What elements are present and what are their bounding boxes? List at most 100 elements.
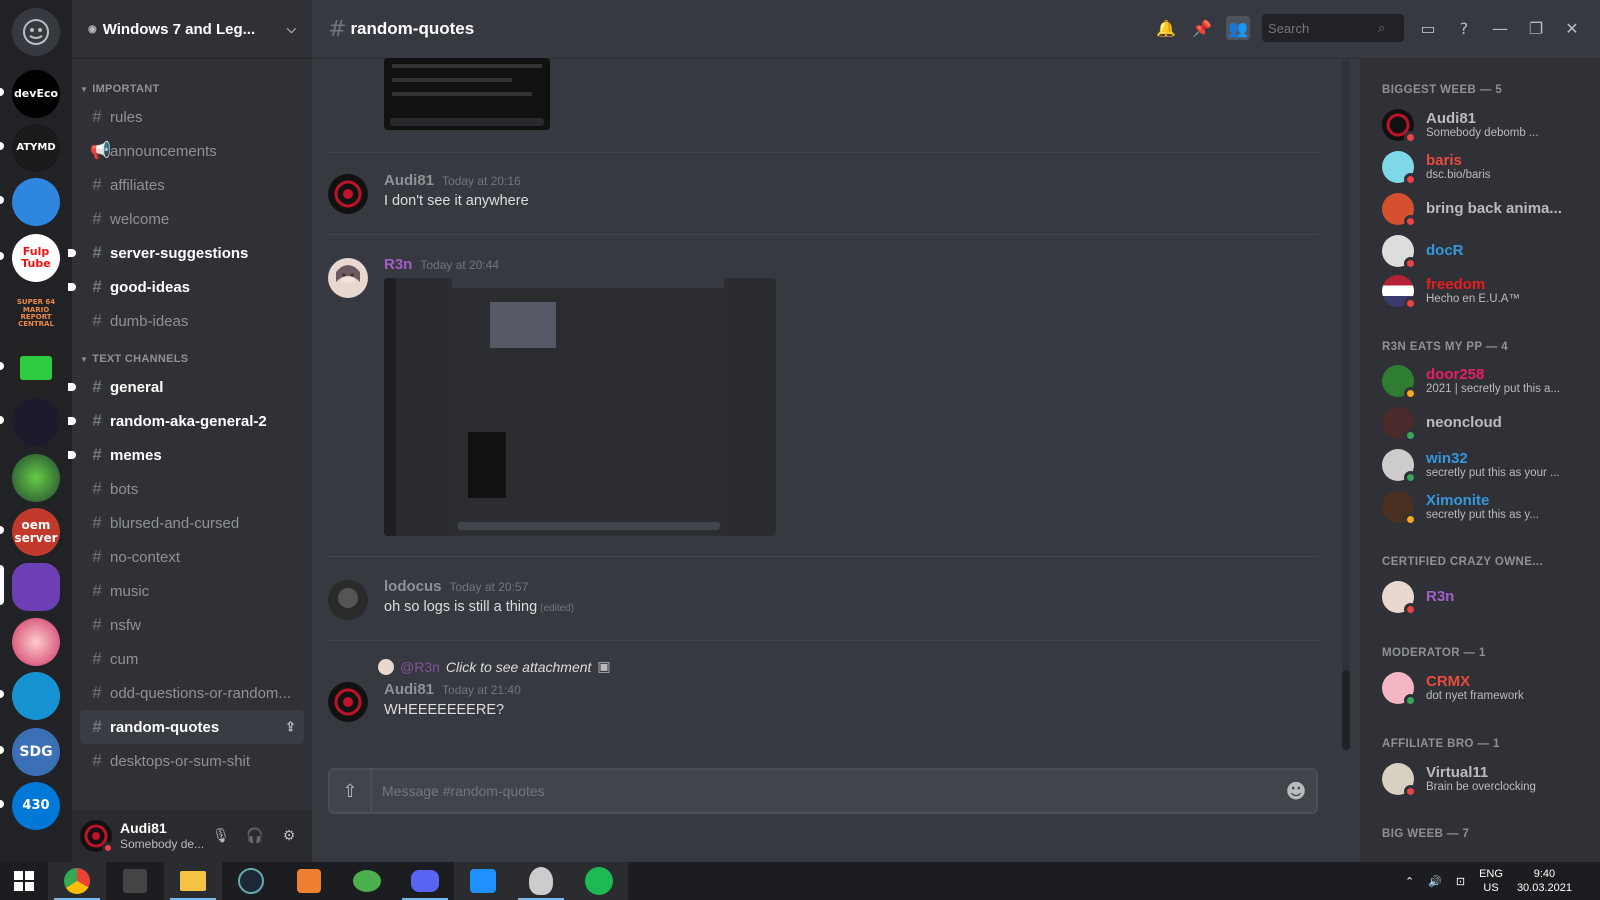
- channel-odd-questions[interactable]: # odd-questions-or-random...: [80, 676, 304, 710]
- upload-icon[interactable]: ⇧: [330, 770, 372, 812]
- channel-random-quotes[interactable]: # random-quotes ⇪: [80, 710, 304, 744]
- channel-blursed-and-cursed[interactable]: # blursed-and-cursed: [80, 506, 304, 540]
- search-box[interactable]: ⌕: [1262, 14, 1404, 42]
- member-item[interactable]: freedom Hecho en E.U.A™: [1368, 270, 1592, 312]
- server-icon-atymd[interactable]: ATYMD: [12, 124, 60, 172]
- avatar[interactable]: [328, 682, 368, 722]
- server-icon-dark[interactable]: [12, 398, 60, 446]
- invite-icon[interactable]: ⇪: [285, 719, 296, 735]
- pin-icon[interactable]: 📌: [1190, 16, 1214, 40]
- taskbar-app-2[interactable]: [106, 862, 164, 900]
- taskbar-remote-app[interactable]: [454, 862, 512, 900]
- message-author[interactable]: Audi81: [384, 681, 434, 698]
- help-icon[interactable]: ?: [1452, 16, 1476, 40]
- reply-mention[interactable]: @R3n: [400, 659, 440, 675]
- taskbar-steam[interactable]: [222, 862, 280, 900]
- clock[interactable]: 9:40 30.03.2021: [1517, 867, 1572, 896]
- taskbar-alien-app[interactable]: [512, 862, 570, 900]
- avatar[interactable]: [328, 258, 368, 298]
- channel-rules[interactable]: # rules: [80, 100, 304, 134]
- settings-gear-icon[interactable]: ⚙: [274, 821, 304, 851]
- channel-desktops[interactable]: # desktops-or-sum-shit: [80, 744, 304, 778]
- search-input[interactable]: [1268, 20, 1378, 36]
- channel-server-suggestions[interactable]: # server-suggestions: [68, 236, 304, 270]
- server-icon-deveco[interactable]: devEco: [12, 70, 60, 118]
- member-item[interactable]: Virtual11 Brain be overclocking: [1368, 758, 1592, 800]
- microphone-icon[interactable]: 🎙: [206, 821, 236, 851]
- message-input[interactable]: [372, 783, 1276, 799]
- members-icon[interactable]: 👥: [1226, 16, 1250, 40]
- taskbar-discord[interactable]: [396, 862, 454, 900]
- channel-dumb-ideas[interactable]: # dumb-ideas: [80, 304, 304, 338]
- emoji-icon[interactable]: ☻: [1276, 779, 1316, 803]
- taskbar-chrome[interactable]: [48, 862, 106, 900]
- online-status-icon: [1404, 694, 1417, 707]
- server-header[interactable]: ◉ Windows 7 and Leg... ⌵: [72, 0, 312, 58]
- message-author[interactable]: Audi81: [384, 172, 434, 189]
- server-icon-green[interactable]: [12, 454, 60, 502]
- attachment-image-screenshot[interactable]: [384, 278, 776, 536]
- server-icon-arch[interactable]: [12, 672, 60, 720]
- server-icon-clock[interactable]: [12, 178, 60, 226]
- channel-no-context[interactable]: # no-context: [80, 540, 304, 574]
- tray-expand-icon[interactable]: ⌃: [1405, 875, 1414, 888]
- reply-reference[interactable]: @R3n Click to see attachment ▣: [378, 658, 1318, 675]
- member-item[interactable]: R3n: [1368, 576, 1592, 618]
- taskbar-spotify[interactable]: [570, 862, 628, 900]
- member-item[interactable]: Ximonite secretly put this as y...: [1368, 486, 1592, 528]
- server-icon-sdg[interactable]: SDG: [12, 728, 60, 776]
- channel-general[interactable]: # general: [68, 370, 304, 404]
- member-item[interactable]: docR: [1368, 230, 1592, 272]
- member-item[interactable]: CRMX dot nyet framework: [1368, 667, 1592, 709]
- attachment-image-top[interactable]: [384, 58, 550, 130]
- message-author[interactable]: lodocus: [384, 578, 442, 595]
- channel-bots[interactable]: # bots: [80, 472, 304, 506]
- start-button[interactable]: [0, 862, 48, 900]
- language-indicator[interactable]: ENG US: [1479, 867, 1503, 896]
- maximize-icon[interactable]: ❐: [1524, 16, 1548, 40]
- member-item[interactable]: win32 secretly put this as your ...: [1368, 444, 1592, 486]
- category-text-channels[interactable]: ▼ TEXT CHANNELS: [72, 348, 312, 370]
- channel-welcome[interactable]: # welcome: [80, 202, 304, 236]
- channel-cum[interactable]: # cum: [80, 642, 304, 676]
- taskbar-media-player[interactable]: [280, 862, 338, 900]
- channel-memes[interactable]: # memes: [68, 438, 304, 472]
- scrollbar[interactable]: [1342, 60, 1350, 750]
- server-icon-pink[interactable]: [12, 618, 60, 666]
- message-author[interactable]: R3n: [384, 256, 412, 273]
- reply-preview[interactable]: Click to see attachment: [446, 659, 592, 675]
- volume-icon[interactable]: 🔊: [1428, 875, 1442, 888]
- member-item[interactable]: door258 2021 | secretly put this a...: [1368, 360, 1592, 402]
- server-icon-oem[interactable]: oem server: [12, 508, 60, 556]
- channel-nsfw[interactable]: # nsfw: [80, 608, 304, 642]
- bell-icon[interactable]: 🔔: [1154, 16, 1178, 40]
- category-important[interactable]: ▼ IMPORTANT: [72, 78, 312, 100]
- close-icon[interactable]: ✕: [1560, 16, 1584, 40]
- server-icon-windows7[interactable]: [12, 563, 60, 611]
- network-icon[interactable]: ⊡: [1456, 875, 1465, 888]
- server-icon-fulptube[interactable]: Fulp Tube: [12, 234, 60, 282]
- headphones-icon[interactable]: 🎧: [240, 821, 270, 851]
- member-item[interactable]: neoncloud: [1368, 402, 1592, 444]
- server-icon-430[interactable]: 430: [12, 782, 60, 830]
- avatar[interactable]: [80, 820, 114, 854]
- avatar[interactable]: [328, 174, 368, 214]
- server-icon-mario[interactable]: SUPER 64 MARIO REPORT CENTRAL: [12, 290, 60, 338]
- home-button[interactable]: [12, 8, 60, 56]
- member-item[interactable]: Audi81 Somebody debomb ...: [1368, 104, 1592, 146]
- swirl-avatar-icon: [334, 180, 362, 208]
- channel-music[interactable]: # music: [80, 574, 304, 608]
- taskbar-frog-app[interactable]: [338, 862, 396, 900]
- minimize-icon[interactable]: —: [1488, 16, 1512, 40]
- member-item[interactable]: baris dsc.bio/baris: [1368, 146, 1592, 188]
- avatar[interactable]: [328, 580, 368, 620]
- scrollbar-thumb[interactable]: [1342, 670, 1350, 750]
- channel-good-ideas[interactable]: # good-ideas: [68, 270, 304, 304]
- server-icon-play[interactable]: [12, 344, 60, 392]
- member-item[interactable]: bring back anima...: [1368, 188, 1592, 230]
- channel-affiliates[interactable]: # affiliates: [80, 168, 304, 202]
- channel-random-aka-general-2[interactable]: # random-aka-general-2: [68, 404, 304, 438]
- inbox-icon[interactable]: ▭: [1416, 16, 1440, 40]
- channel-announcements[interactable]: 📢 announcements: [80, 134, 304, 168]
- taskbar-explorer[interactable]: [164, 862, 222, 900]
